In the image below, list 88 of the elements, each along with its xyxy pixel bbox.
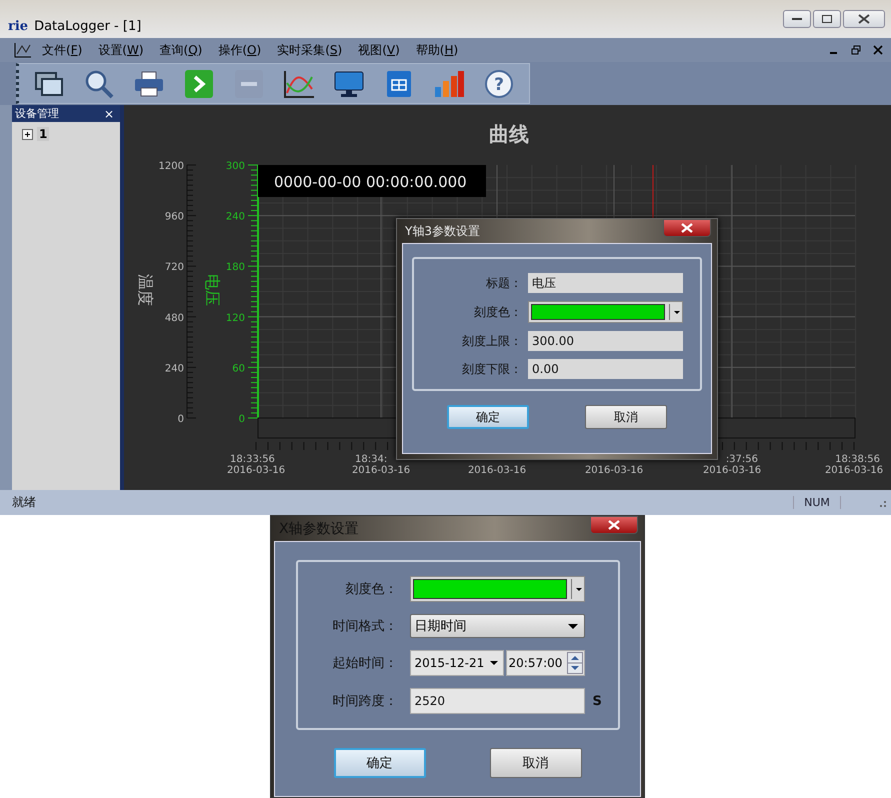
menu-item[interactable]: 实时采集(S) <box>277 42 342 58</box>
input-field[interactable]: 0.00 <box>528 359 683 379</box>
line-chart-icon[interactable] <box>283 68 315 98</box>
axis-tick-label: 1200 <box>158 161 184 172</box>
x-axis-time-label: 18:34: <box>355 454 388 465</box>
menu-item[interactable]: 操作(O) <box>218 42 262 58</box>
timestamp-text: 0000-00-00 00:00:00.000 <box>274 173 467 191</box>
maximize-icon <box>822 15 832 23</box>
tree-item[interactable]: 1 <box>37 127 50 141</box>
input-field[interactable]: 电压 <box>528 273 683 293</box>
close-button[interactable] <box>663 219 711 237</box>
axis-title: 温度 <box>136 274 155 306</box>
axis-tick-label: 240 <box>164 363 184 374</box>
window-title: DataLogger - [1] <box>34 19 142 34</box>
panel-close-button[interactable]: × <box>104 106 114 120</box>
x-axis-time-label: 18:33:56 <box>230 454 275 465</box>
dropdown-arrow-icon <box>674 310 680 314</box>
close-icon[interactable] <box>873 45 883 55</box>
minimize-icon <box>792 18 802 20</box>
cancel-button[interactable]: 取消 <box>490 748 582 778</box>
axis-tick-label: 0 <box>238 414 245 425</box>
axis-tick-label: 300 <box>226 161 245 172</box>
color-dropdown[interactable] <box>528 301 683 323</box>
field-label: 起始时间： <box>332 655 398 672</box>
x-axis-date-label: 2016-03-16 <box>226 465 286 476</box>
x-axis-date-label: 2016-03-16 <box>584 465 644 476</box>
menu-item[interactable]: 文件(F) <box>42 42 82 58</box>
close-icon <box>858 14 870 24</box>
axis-tick-label: 720 <box>164 262 184 274</box>
format-dropdown[interactable]: 日期时间 <box>410 614 584 638</box>
date-picker[interactable]: 2015-12-21 <box>410 650 504 676</box>
close-icon <box>681 223 693 233</box>
x-axis-date-label: 2016-03-16 <box>702 465 762 476</box>
x-axis-time-label: 18:38:56 <box>835 454 880 465</box>
menu-item[interactable]: 设置(W) <box>98 42 144 58</box>
axis-tick-label: 120 <box>226 312 245 324</box>
chart-title: 曲线 <box>489 122 529 146</box>
field-label: 时间格式： <box>332 618 398 635</box>
x-axis-time-label: :37:56 <box>726 454 758 465</box>
color-dropdown[interactable] <box>410 576 584 602</box>
dialog-title: Y轴3参数设置 <box>405 222 480 240</box>
dropdown-arrow-icon <box>576 588 582 590</box>
spinner-icon[interactable] <box>566 652 582 674</box>
axis-tick-label: 0 <box>178 414 184 425</box>
status-text: 就绪 <box>12 494 36 511</box>
field-label: 刻度色： <box>473 304 522 320</box>
menu-item[interactable]: 帮助(H) <box>416 42 458 58</box>
time-field[interactable]: 20:57:00 <box>506 650 584 676</box>
axis-tick-label: 240 <box>226 212 245 223</box>
field-label: 刻度下限： <box>461 360 522 378</box>
ok-button[interactable]: 确定 <box>334 748 426 778</box>
expand-icon[interactable] <box>22 128 33 140</box>
axis-tick-label: 180 <box>226 262 245 274</box>
close-icon <box>608 520 620 530</box>
field-label: 标题： <box>485 274 522 292</box>
status-indicator: NUM <box>793 496 841 509</box>
axis-title: 电压 <box>203 274 222 306</box>
input-field[interactable]: 2520 <box>410 688 584 714</box>
search-icon[interactable] <box>83 68 115 98</box>
unit-label: S <box>592 694 602 708</box>
close-button[interactable] <box>843 10 885 28</box>
close-button[interactable] <box>590 516 638 534</box>
x-axis-date-label: 2016-03-16 <box>824 465 884 476</box>
x-axis-date-label: 2016-03-16 <box>468 465 526 476</box>
dropdown-arrow-icon <box>568 621 578 631</box>
cancel-button[interactable]: 取消 <box>585 405 667 429</box>
menu-item[interactable]: 查询(Q) <box>160 42 202 58</box>
app-logo: rie <box>8 19 28 34</box>
field-label: 刻度色： <box>344 581 398 598</box>
monitor-icon[interactable] <box>333 68 365 98</box>
maximize-button[interactable] <box>813 10 841 28</box>
help-icon[interactable]: ? <box>483 68 515 98</box>
field-label: 时间跨度： <box>332 693 398 710</box>
panel-title: 设备管理 <box>15 106 59 121</box>
printer-icon[interactable] <box>133 68 165 98</box>
axis-tick-label: 480 <box>164 312 184 324</box>
dropdown-arrow-icon <box>488 658 498 668</box>
axis-tick-label: 960 <box>164 212 184 223</box>
input-field[interactable]: 300.00 <box>528 331 683 351</box>
x-axis-date-label: 2016-03-16 <box>352 465 410 476</box>
chart-icon <box>14 42 32 58</box>
axis-tick-label: 60 <box>232 363 245 374</box>
play-icon[interactable] <box>183 68 215 98</box>
menu-item[interactable]: 视图(V) <box>358 42 400 58</box>
ok-button[interactable]: 确定 <box>447 405 529 429</box>
restore-icon[interactable] <box>851 45 861 55</box>
minimize-button[interactable] <box>783 10 811 28</box>
field-label: 刻度上限： <box>461 332 522 350</box>
